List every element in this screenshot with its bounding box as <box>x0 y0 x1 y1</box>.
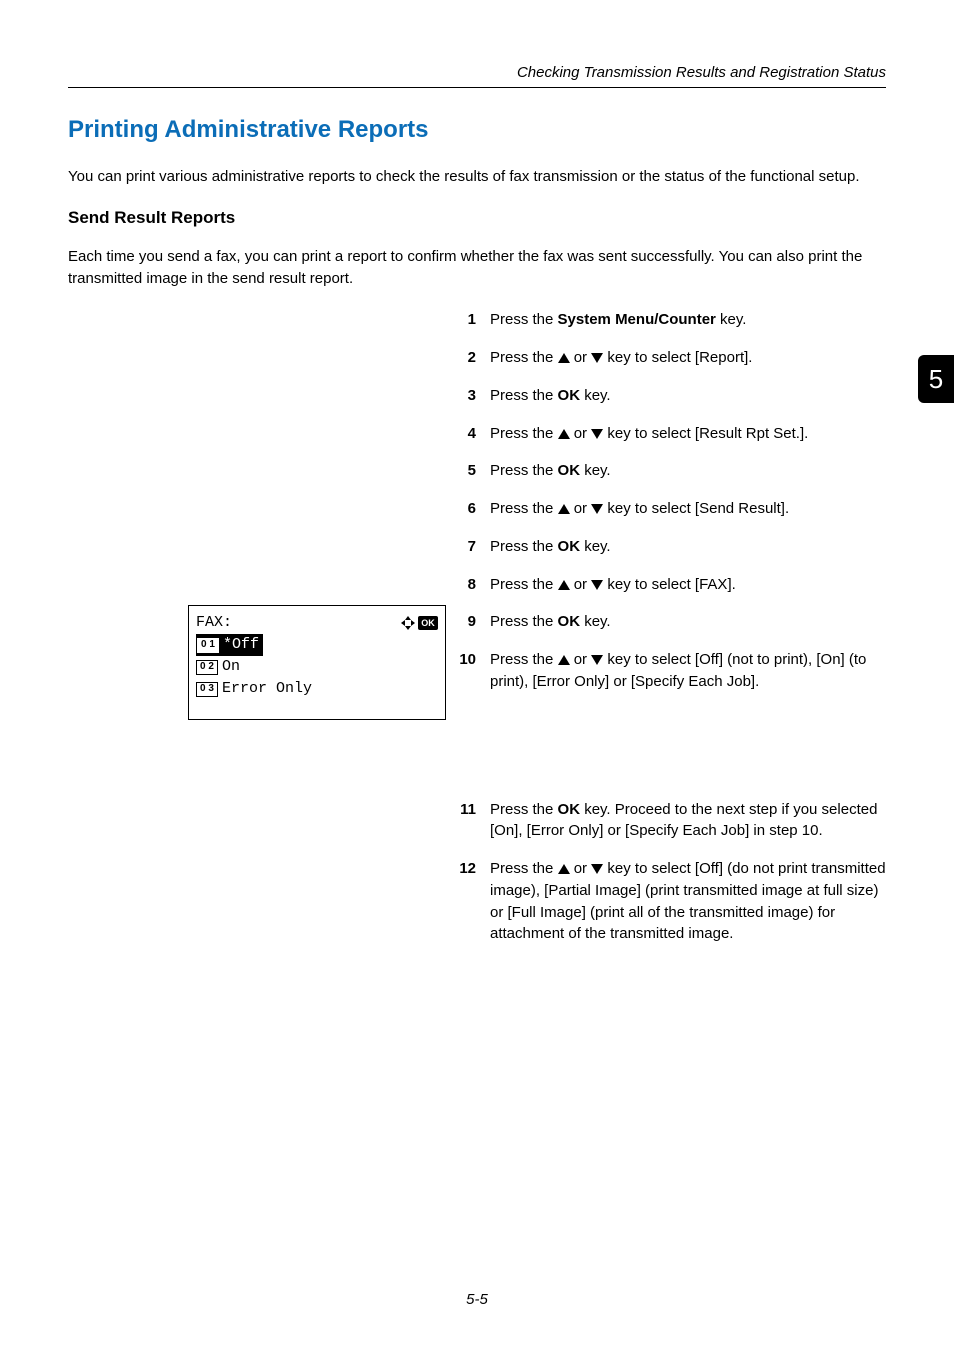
triangle-down-icon <box>591 864 603 874</box>
step-text: Press the OK key. Proceed to the next st… <box>490 799 886 843</box>
step-text: Press the or key to select [Result Rpt S… <box>490 423 886 445</box>
intro-paragraph: You can print various administrative rep… <box>68 166 886 188</box>
step-text: Press the OK key. <box>490 536 886 558</box>
triangle-up-icon <box>558 655 570 665</box>
step-number: 8 <box>448 574 476 596</box>
step-number: 11 <box>448 799 476 843</box>
step-3: 3 Press the OK key. <box>448 385 886 407</box>
triangle-up-icon <box>558 580 570 590</box>
step-number: 5 <box>448 460 476 482</box>
lcd-row-text: *Off <box>223 634 259 656</box>
lcd-row-num: 0 2 <box>196 660 218 675</box>
step-text: Press the or key to select [Off] (not to… <box>490 649 886 693</box>
step-1: 1 Press the System Menu/Counter key. <box>448 309 886 331</box>
lcd-status-icons: OK <box>400 615 438 631</box>
step-2: 2 Press the or key to select [Report]. <box>448 347 886 369</box>
section-heading: Printing Administrative Reports <box>68 116 886 144</box>
step-12: 12 Press the or key to select [Off] (do … <box>448 858 886 945</box>
subsection-intro: Each time you send a fax, you can print … <box>68 246 886 290</box>
header-title: Checking Transmission Results and Regist… <box>517 64 886 81</box>
triangle-up-icon <box>558 504 570 514</box>
step-5: 5 Press the OK key. <box>448 460 886 482</box>
step-7: 7 Press the OK key. <box>448 536 886 558</box>
triangle-down-icon <box>591 504 603 514</box>
step-text: Press the or key to select [Off] (do not… <box>490 858 886 945</box>
page-number: 5-5 <box>466 1291 488 1308</box>
step-number: 2 <box>448 347 476 369</box>
step-number: 12 <box>448 858 476 945</box>
triangle-up-icon <box>558 353 570 363</box>
step-number: 10 <box>448 649 476 693</box>
step-text: Press the System Menu/Counter key. <box>490 309 886 331</box>
chapter-number: 5 <box>929 364 943 395</box>
step-11: 11 Press the OK key. Proceed to the next… <box>448 799 886 843</box>
lcd-display: FAX: OK 0 1 *Off 0 2 <box>188 605 446 720</box>
steps-list: 1 Press the System Menu/Counter key. 2 P… <box>448 309 886 945</box>
page-header: Checking Transmission Results and Regist… <box>68 64 886 81</box>
triangle-up-icon <box>558 864 570 874</box>
triangle-up-icon <box>558 429 570 439</box>
page-footer: 5-5 <box>0 1291 954 1308</box>
step-text: Press the OK key. <box>490 385 886 407</box>
triangle-down-icon <box>591 353 603 363</box>
step-number: 3 <box>448 385 476 407</box>
subsection-heading: Send Result Reports <box>68 208 886 228</box>
chapter-badge: 5 <box>918 355 954 403</box>
lcd-row-num: 0 3 <box>196 682 218 697</box>
ok-icon: OK <box>418 616 438 630</box>
triangle-down-icon <box>591 655 603 665</box>
lcd-title: FAX: <box>196 612 400 634</box>
step-text: Press the or key to select [Send Result]… <box>490 498 886 520</box>
triangle-down-icon <box>591 580 603 590</box>
step-4: 4 Press the or key to select [Result Rpt… <box>448 423 886 445</box>
step-text: Press the OK key. <box>490 611 886 633</box>
step-number: 6 <box>448 498 476 520</box>
step-9: 9 Press the OK key. <box>448 611 886 633</box>
lcd-row-num: 0 1 <box>197 638 219 653</box>
step-text: Press the OK key. <box>490 460 886 482</box>
step-8: 8 Press the or key to select [FAX]. <box>448 574 886 596</box>
step-number: 9 <box>448 611 476 633</box>
step-text: Press the or key to select [Report]. <box>490 347 886 369</box>
step-number: 1 <box>448 309 476 331</box>
header-rule <box>68 87 886 88</box>
triangle-down-icon <box>591 429 603 439</box>
nav-arrows-icon <box>400 615 416 631</box>
lcd-row-selected: 0 1 *Off <box>196 634 263 656</box>
step-10: 10 Press the or key to select [Off] (not… <box>448 649 886 693</box>
lcd-row-text: On <box>222 656 240 678</box>
step-number: 7 <box>448 536 476 558</box>
step-text: Press the or key to select [FAX]. <box>490 574 886 596</box>
step-number: 4 <box>448 423 476 445</box>
step-6: 6 Press the or key to select [Send Resul… <box>448 498 886 520</box>
lcd-row-text: Error Only <box>222 678 312 700</box>
